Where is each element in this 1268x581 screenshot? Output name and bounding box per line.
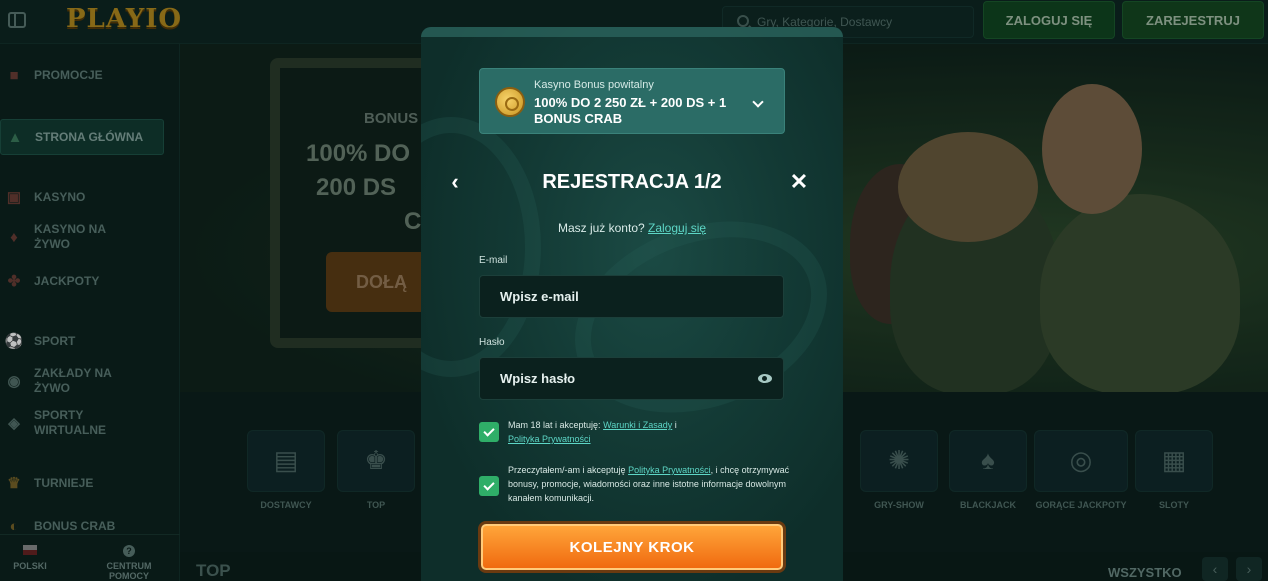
bonus-title: 100% DO 2 250 ZŁ + 200 DS + 1 BONUS CRAB [534,95,727,126]
consent-text: Mam 18 lat i akceptuję: [508,420,601,430]
checkmark-icon [483,478,495,491]
privacy-policy-link[interactable]: Polityka Prywatności [628,465,711,475]
email-label: E-mail [479,255,508,266]
modal-title: REJESTRACJA 1/2 [542,171,722,193]
age-terms-checkbox[interactable] [479,422,499,442]
next-step-button[interactable]: KOLEJNY KROK [481,524,783,570]
email-input[interactable] [500,276,750,317]
marketing-consent: Przeczytałem/-am i akceptuję Polityka Pr… [508,463,794,505]
back-button[interactable]: ‹ [443,167,467,197]
login-link[interactable]: Zaloguj się [648,221,706,235]
privacy-policy-link[interactable]: Polityka Prywatności [508,434,591,444]
eye-icon[interactable] [758,374,772,383]
consent-text: Przeczytałem/-am i akceptuję [508,465,626,475]
age-terms-consent: Mam 18 lat i akceptuję: Warunki i Zasady… [508,418,794,446]
bonus-subtitle: Kasyno Bonus powitalny [534,79,654,91]
password-label: Hasło [479,337,505,348]
password-input[interactable] [500,358,750,399]
consent-text: i [674,420,677,430]
chevron-left-icon: ‹ [451,169,459,194]
email-field[interactable] [479,275,784,318]
coin-icon [495,87,525,117]
close-button[interactable]: ✕ [787,167,811,197]
registration-modal: Kasyno Bonus powitalny 100% DO 2 250 ZŁ … [421,27,843,581]
login-prompt-text: Masz już konto? [557,221,645,235]
password-field[interactable] [479,357,784,400]
checkmark-icon [483,424,495,437]
welcome-bonus-selector[interactable]: Kasyno Bonus powitalny 100% DO 2 250 ZŁ … [479,68,785,134]
close-icon: ✕ [789,169,809,194]
terms-link[interactable]: Warunki i Zasady [603,420,672,430]
marketing-consent-checkbox[interactable] [479,476,499,496]
login-prompt: Masz już konto? Zaloguj się [421,221,843,235]
